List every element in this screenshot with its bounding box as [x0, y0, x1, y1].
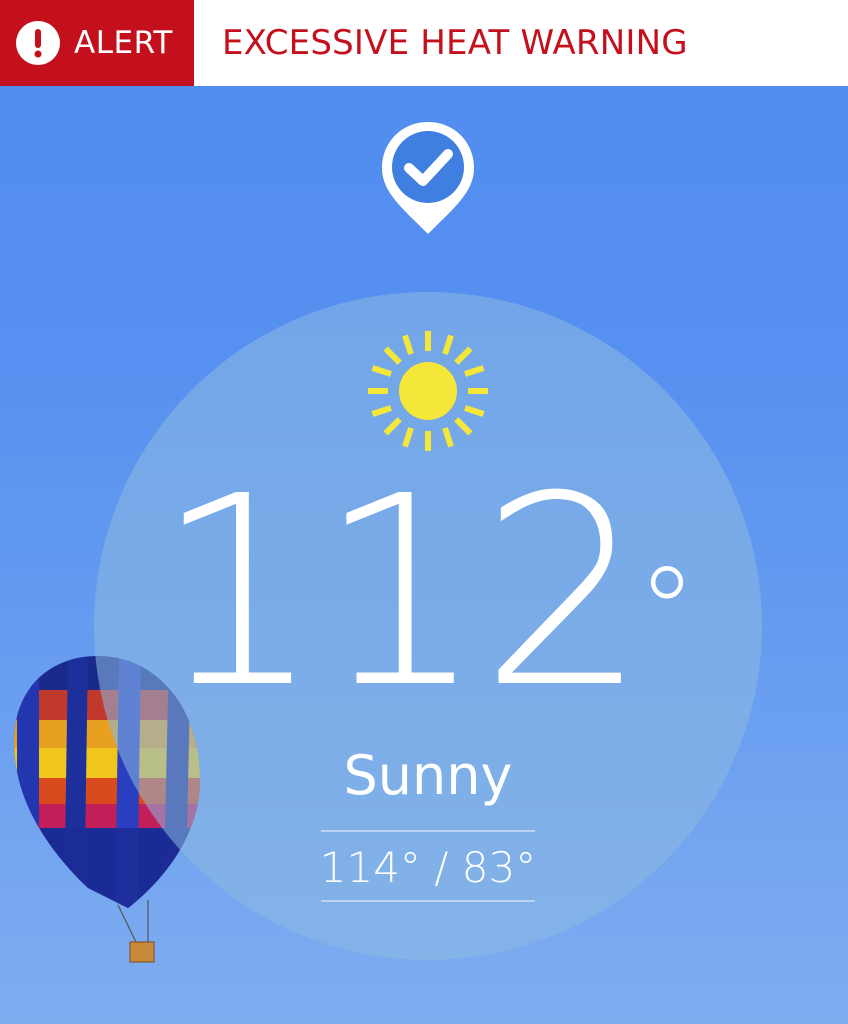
exclamation-circle-icon: [16, 21, 60, 65]
alert-title[interactable]: EXCESSIVE HEAT WARNING: [194, 0, 688, 86]
temperature-value: 112: [154, 440, 647, 745]
divider-bottom: [321, 900, 535, 902]
degree-symbol: °: [637, 543, 697, 682]
current-temperature: 112°: [0, 462, 848, 724]
sun-icon: [368, 331, 488, 451]
divider-top: [321, 830, 535, 832]
weather-app: ALERT EXCESSIVE HEAT WARNING 112° Sunny …: [0, 0, 848, 1024]
high-low-temperature: 114° / 83°: [319, 843, 537, 892]
alert-badge-label: ALERT: [74, 25, 173, 61]
alert-banner[interactable]: ALERT EXCESSIVE HEAT WARNING: [0, 0, 848, 86]
alert-badge[interactable]: ALERT: [0, 0, 194, 86]
location-pin-check-icon[interactable]: [378, 118, 478, 238]
weather-condition: Sunny: [343, 744, 513, 807]
